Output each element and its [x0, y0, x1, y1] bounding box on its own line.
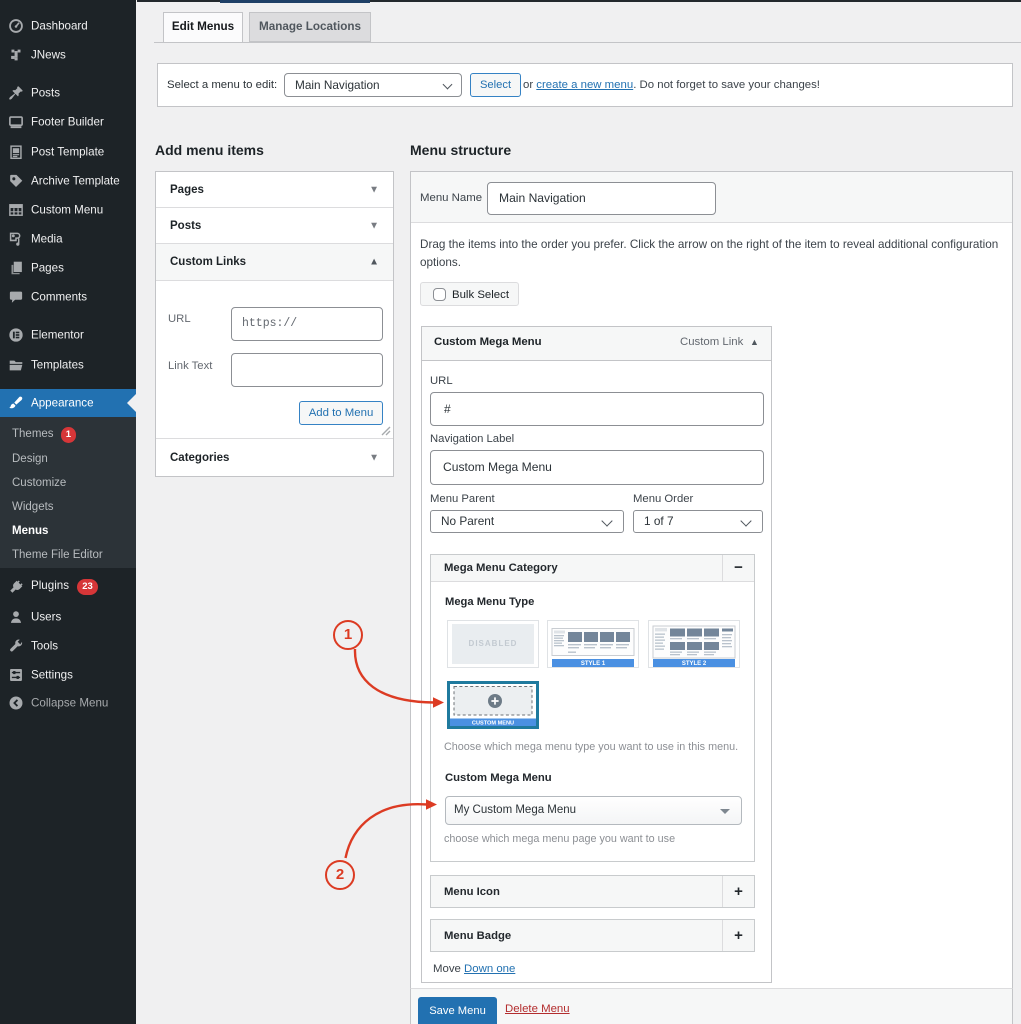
svg-text:STYLE 2: STYLE 2 — [682, 661, 707, 667]
svg-text:STYLE 1: STYLE 1 — [581, 661, 606, 667]
svg-text:CUSTOM MENU: CUSTOM MENU — [472, 721, 514, 727]
